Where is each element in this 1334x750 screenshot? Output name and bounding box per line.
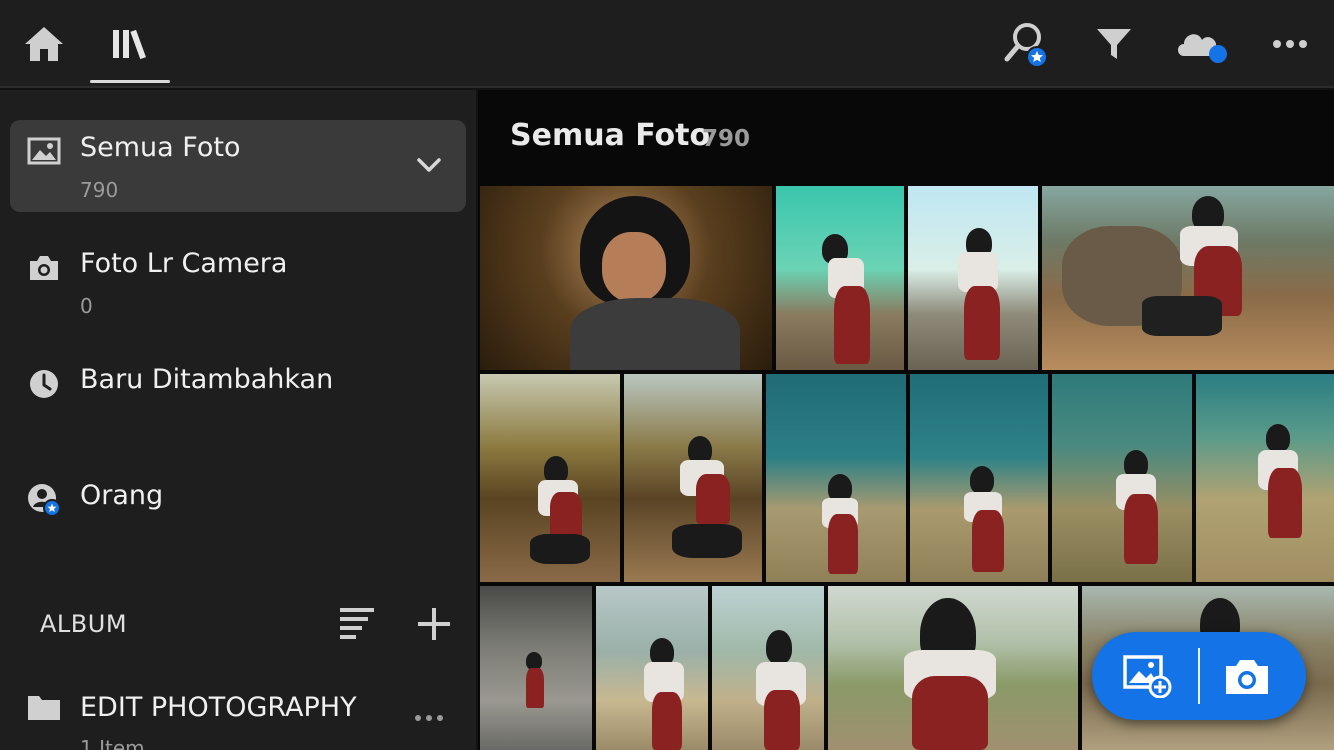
more-horizontal-icon: [1273, 40, 1307, 48]
sidebar-item-label: Foto Lr Camera: [80, 248, 288, 279]
album-name: EDIT PHOTOGRAPHY: [80, 692, 357, 723]
sidebar: Semua Foto 790 Foto Lr Camera 0 Baru Dit…: [0, 90, 476, 750]
cloud-sync-icon: [1178, 34, 1227, 63]
filter-button[interactable]: [1088, 18, 1140, 70]
home-button[interactable]: [18, 18, 70, 70]
sidebar-item-label: Orang: [80, 480, 164, 511]
photo-thumbnail[interactable]: [712, 586, 824, 750]
sidebar-item-all-photos[interactable]: Semua Foto 790: [10, 120, 466, 212]
photo-thumbnail[interactable]: [910, 374, 1048, 582]
photo-thumbnail[interactable]: [596, 586, 708, 750]
floating-action-bar: [1092, 632, 1306, 720]
photo-thumbnail[interactable]: [1052, 374, 1192, 582]
album-section-header: ALBUM: [40, 610, 128, 638]
active-tab-indicator: [90, 80, 170, 83]
cloud-sync-button[interactable]: [1170, 18, 1234, 70]
home-icon: [25, 27, 63, 61]
sort-icon[interactable]: [334, 602, 380, 644]
camera-icon[interactable]: [1222, 656, 1272, 698]
photo-thumbnail[interactable]: [766, 374, 906, 582]
fab-divider: [1198, 648, 1200, 704]
page-title: Semua Foto: [510, 118, 711, 153]
sidebar-item-count: 0: [80, 294, 93, 318]
camera-icon: [26, 250, 62, 286]
sidebar-item-lr-camera[interactable]: Foto Lr Camera 0: [10, 236, 466, 328]
sidebar-item-label: Baru Ditambahkan: [80, 364, 334, 395]
add-photo-icon[interactable]: [1122, 654, 1172, 698]
photo-thumbnail[interactable]: [828, 586, 1078, 750]
library-icon: [113, 29, 146, 60]
photo-count: 790: [702, 126, 751, 152]
album-count: 1 Item: [80, 736, 145, 750]
sidebar-item-label: Semua Foto: [80, 132, 241, 163]
add-album-icon[interactable]: [412, 602, 456, 646]
sidebar-item-count: 790: [80, 178, 119, 202]
search-people-button[interactable]: [998, 18, 1054, 70]
photo-thumbnail[interactable]: [624, 374, 762, 582]
sidebar-item-people[interactable]: Orang: [10, 468, 466, 560]
clock-icon: [26, 366, 62, 402]
folder-icon: [28, 696, 60, 720]
search-people-icon: [1004, 23, 1048, 68]
more-button[interactable]: [1264, 18, 1316, 70]
photo-thumbnail[interactable]: [480, 186, 772, 370]
photos-icon: [26, 134, 62, 170]
filter-icon: [1097, 29, 1131, 59]
photo-thumbnail[interactable]: [1042, 186, 1334, 370]
chevron-down-icon[interactable]: [414, 150, 444, 180]
top-bar: [0, 0, 1334, 88]
library-button[interactable]: [100, 18, 160, 70]
photo-thumbnail[interactable]: [480, 374, 620, 582]
more-horizontal-icon[interactable]: [410, 706, 450, 730]
photo-thumbnail[interactable]: [1196, 374, 1334, 582]
photo-thumbnail[interactable]: [480, 586, 592, 750]
people-icon: [26, 482, 62, 518]
album-item[interactable]: EDIT PHOTOGRAPHY 1 Item: [0, 680, 476, 750]
sidebar-item-recently-added[interactable]: Baru Ditambahkan: [10, 352, 466, 444]
photo-thumbnail[interactable]: [776, 186, 904, 370]
photo-thumbnail[interactable]: [908, 186, 1038, 370]
